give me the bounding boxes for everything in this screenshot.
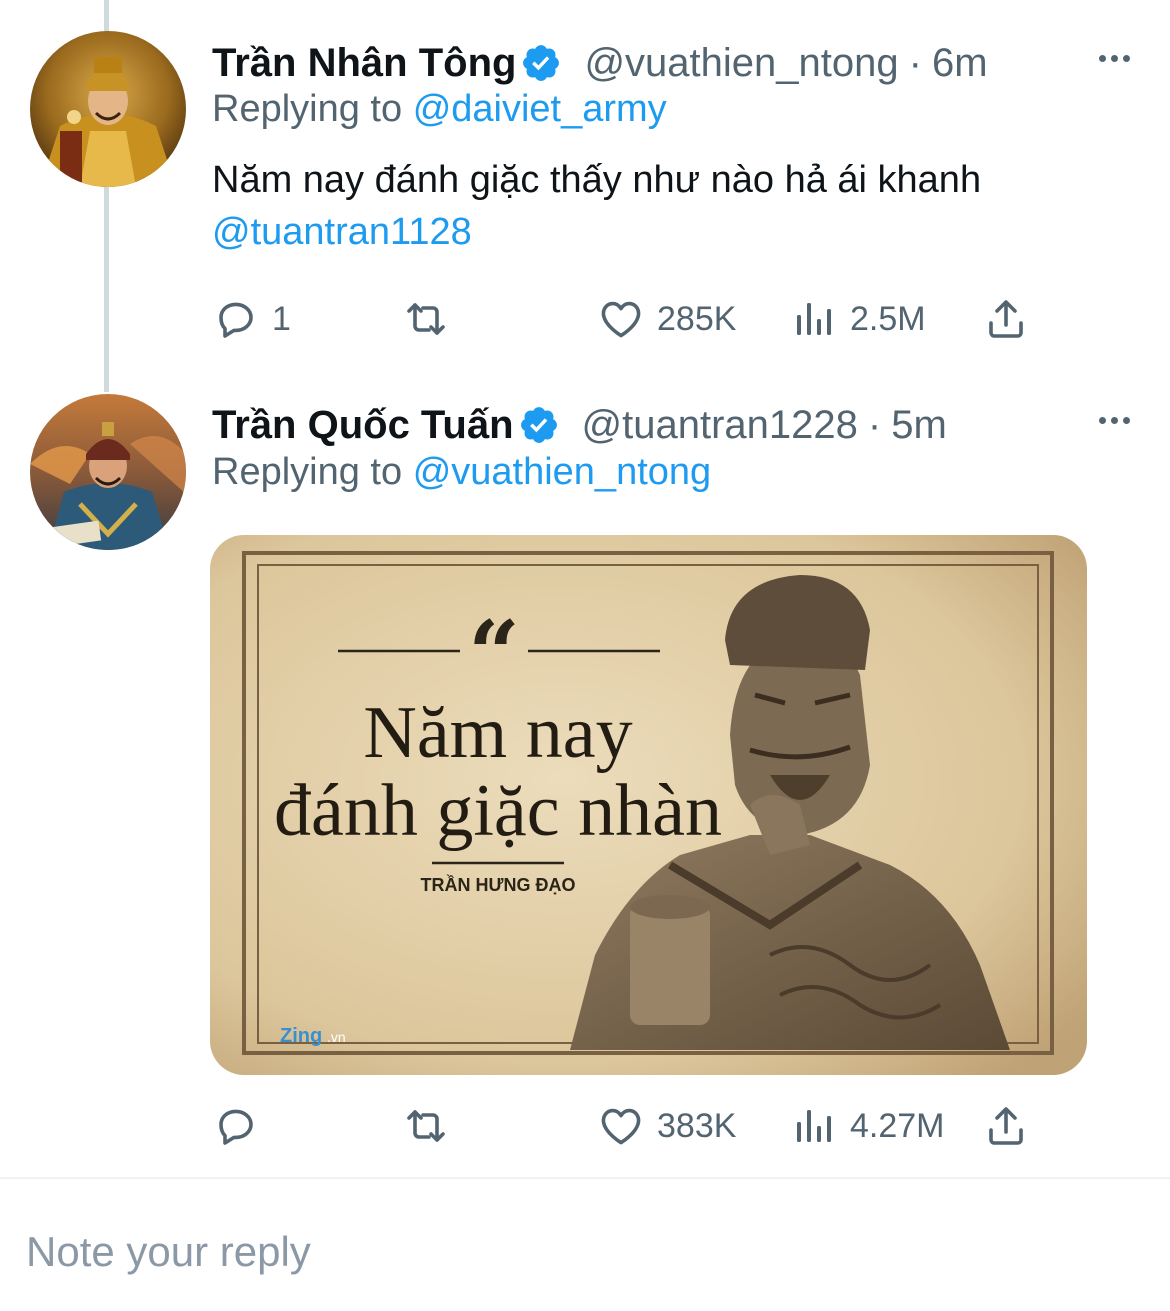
more-icon[interactable]	[1099, 400, 1130, 440]
views-button[interactable]: 4.27M	[790, 1102, 945, 1150]
avatar[interactable]	[30, 394, 186, 550]
tweet-text-content: Năm nay đánh giặc thấy như nào hả ái kha…	[212, 159, 982, 201]
image-quote-line-2: đánh giặc nhàn	[274, 770, 722, 852]
tweet-mention[interactable]: @tuantran1128	[212, 206, 981, 258]
like-icon	[597, 1102, 645, 1150]
reply-button[interactable]	[212, 1102, 272, 1150]
view-count: 4.27M	[850, 1106, 945, 1145]
like-count: 285K	[657, 299, 737, 338]
tweet-header: Trần Quốc Tuấn @tuantran1228 · 5m	[212, 400, 947, 450]
reply-count: 1	[272, 299, 291, 338]
views-icon	[790, 1102, 838, 1150]
reply-box-divider	[0, 1177, 1170, 1179]
display-name[interactable]: Trần Quốc Tuấn	[212, 403, 514, 448]
like-button[interactable]: 285K	[597, 295, 736, 343]
display-name[interactable]: Trần Nhân Tông	[212, 41, 516, 86]
more-icon[interactable]	[1099, 38, 1130, 78]
reply-icon	[212, 1102, 260, 1150]
replying-label: Replying to	[212, 451, 403, 493]
avatar[interactable]	[30, 31, 186, 187]
retweet-button[interactable]	[402, 1102, 462, 1150]
views-button[interactable]: 2.5M	[790, 295, 926, 343]
timestamp[interactable]: 5m	[891, 403, 947, 448]
retweet-icon	[402, 295, 450, 343]
image-quote-author: TRẦN HƯNG ĐẠO	[421, 874, 576, 895]
retweet-icon	[402, 1102, 450, 1150]
view-count: 2.5M	[850, 299, 926, 338]
views-icon	[790, 295, 838, 343]
zing-watermark-suffix: .vn	[327, 1029, 346, 1045]
zing-watermark: Zing	[280, 1025, 322, 1047]
like-button[interactable]: 383K	[597, 1102, 736, 1150]
replying-to: Replying to @vuathien_ntong	[212, 451, 711, 494]
reply-icon	[212, 295, 260, 343]
replying-mention[interactable]: @vuathien_ntong	[413, 451, 711, 493]
username[interactable]: @tuantran1228	[582, 403, 858, 448]
share-button[interactable]	[982, 295, 1030, 343]
reply-input[interactable]	[26, 1222, 1126, 1282]
tweet-header: Trần Nhân Tông @vuathien_ntong · 6m	[212, 38, 988, 88]
replying-to: Replying to @daiviet_army	[212, 88, 667, 131]
share-button[interactable]	[982, 1102, 1030, 1150]
username[interactable]: @vuathien_ntong	[584, 41, 898, 86]
reply-button[interactable]: 1	[212, 295, 291, 343]
tweet-text: Năm nay đánh giặc thấy như nào hả ái kha…	[212, 154, 981, 258]
tweet-image[interactable]: “ Năm nay đánh giặc nhàn TRẦN HƯNG ĐẠO Z…	[210, 535, 1087, 1075]
separator: ·	[908, 40, 922, 85]
replying-mention[interactable]: @daiviet_army	[413, 88, 667, 130]
share-icon	[982, 1102, 1030, 1150]
retweet-button[interactable]	[402, 295, 462, 343]
replying-label: Replying to	[212, 88, 403, 130]
verified-badge-icon	[518, 404, 560, 446]
tweet-actions: 383K 4.27M	[212, 1102, 1042, 1150]
image-quote-line-1: Năm nay	[363, 692, 632, 774]
verified-badge-icon	[520, 42, 562, 84]
separator: ·	[867, 402, 882, 447]
timestamp[interactable]: 6m	[932, 41, 988, 86]
like-icon	[597, 295, 645, 343]
like-count: 383K	[657, 1106, 737, 1145]
share-icon	[982, 295, 1030, 343]
tweet-actions: 1 285K 2.5M	[212, 295, 1042, 343]
